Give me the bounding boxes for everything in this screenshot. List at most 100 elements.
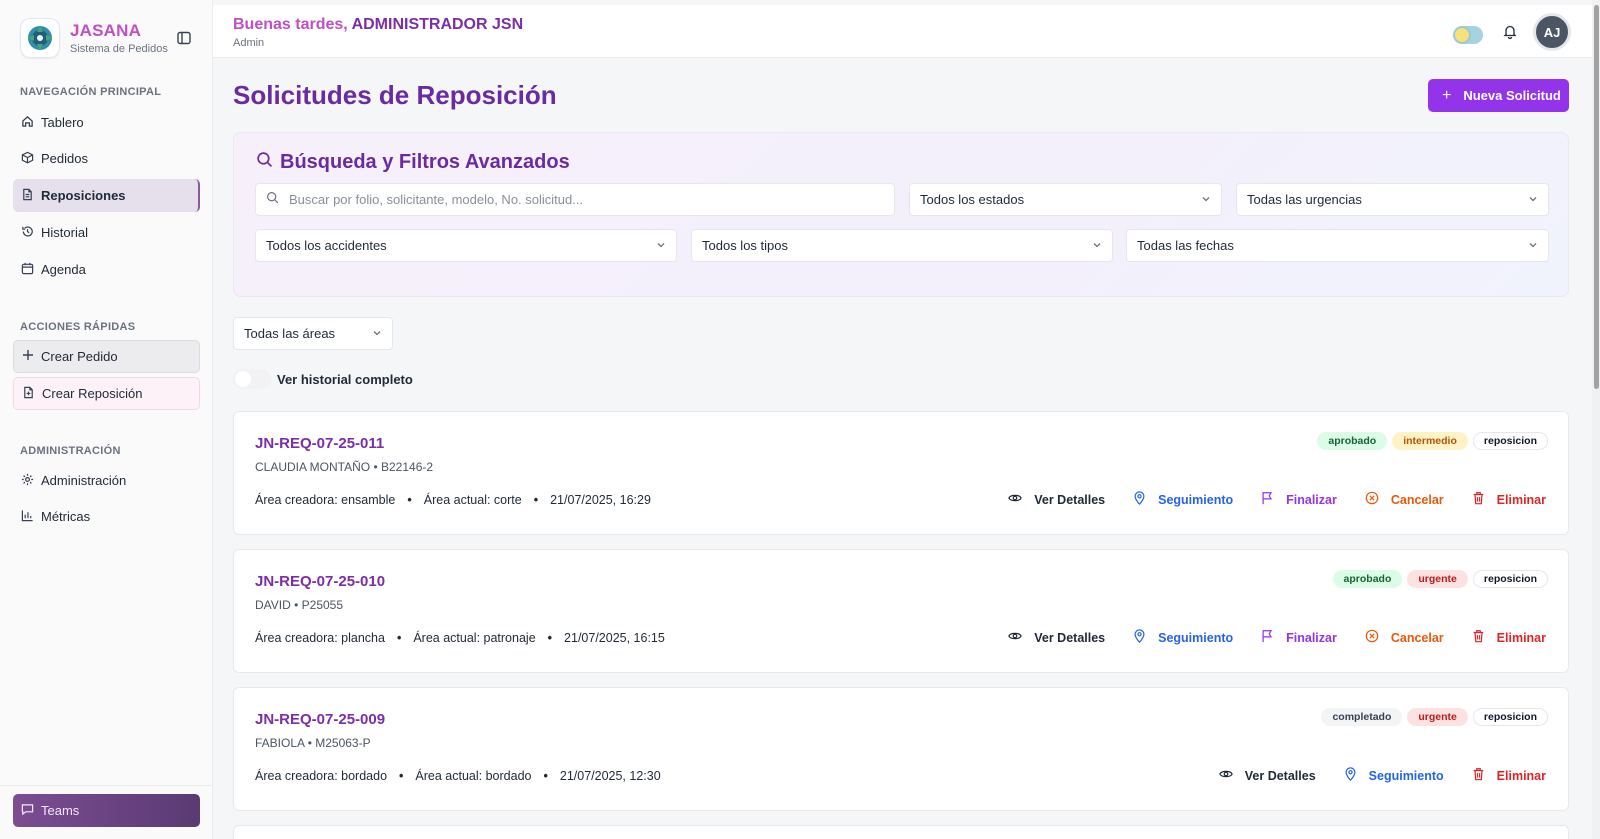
search-icon	[266, 191, 279, 209]
map-pin-icon	[1133, 629, 1158, 646]
tracking-label: Seguimiento	[1158, 492, 1234, 507]
map-pin-icon	[1344, 767, 1369, 784]
current-area: Área actual: corte	[423, 493, 522, 507]
history-toggle-label: Ver historial completo	[277, 371, 413, 387]
delete-label: Eliminar	[1496, 492, 1546, 507]
eye-icon	[1218, 767, 1245, 784]
sidebar-item-tablero[interactable]: Tablero	[13, 106, 200, 139]
chevron-down-icon	[1092, 238, 1102, 253]
flag-icon	[1261, 629, 1286, 646]
brand-name: JASANA	[70, 21, 142, 40]
greeting: Buenas tardes, ADMINISTRADOR JSN	[233, 16, 523, 34]
finish-button[interactable]: Finalizar	[1261, 491, 1337, 508]
status-select[interactable]: Todos los estados	[909, 183, 1222, 216]
accidents-select-value: Todos los accidentes	[266, 238, 387, 253]
status-select-value: Todos los estados	[920, 192, 1025, 207]
delete-button[interactable]: Eliminar	[1472, 767, 1546, 784]
view-details-button[interactable]: Ver Detalles	[1008, 491, 1105, 508]
view-details-button[interactable]: Ver Detalles	[1008, 629, 1105, 646]
sidebar-toggle-icon[interactable]	[175, 29, 193, 47]
calendar-icon	[21, 262, 41, 278]
accidents-select[interactable]: Todos los accidentes	[255, 229, 677, 262]
tracking-button[interactable]: Seguimiento	[1133, 629, 1233, 646]
cancel-button[interactable]: Cancelar	[1365, 491, 1444, 508]
urgency-badge: intermedio	[1392, 432, 1468, 450]
sidebar-item-reposiciones[interactable]: Reposiciones	[13, 179, 200, 212]
request-folio[interactable]: JN-REQ-07-25-009	[255, 711, 385, 728]
tracking-button[interactable]: Seguimiento	[1133, 491, 1233, 508]
urgency-badge: urgente	[1407, 708, 1468, 726]
status-badge: aprobado	[1332, 570, 1403, 588]
area-select[interactable]: Todas las áreas	[233, 317, 393, 350]
sidebar-item-administracion[interactable]: Administración	[13, 464, 200, 497]
creator-area: Área creadora: plancha	[255, 631, 385, 645]
scrollbar-thumb[interactable]	[1594, 5, 1599, 389]
request-card: JN-REQ-07-25-009 FABIOLA • M25063-P Área…	[233, 687, 1569, 811]
sidebar-item-historial[interactable]: Historial	[13, 216, 200, 249]
top-header: Buenas tardes, ADMINISTRADOR JSN Admin A…	[213, 5, 1600, 58]
history-switch[interactable]	[233, 369, 271, 389]
request-meta: Área creadora: plancha • Área actual: pat…	[255, 631, 665, 645]
chevron-down-icon	[372, 326, 382, 341]
dates-select-value: Todas las fechas	[1137, 238, 1234, 253]
teams-button[interactable]: Teams	[13, 794, 200, 827]
types-select[interactable]: Todos los tipos	[691, 229, 1113, 262]
bar-chart-icon	[21, 509, 41, 525]
search-icon	[256, 151, 280, 174]
request-folio[interactable]: JN-REQ-07-25-010	[255, 573, 385, 590]
sidebar-item-label: Historial	[41, 225, 88, 240]
request-actions: Ver Detalles Seguimiento Finalizar Cance…	[980, 491, 1546, 508]
sidebar-item-pedidos[interactable]: Pedidos	[13, 142, 200, 175]
create-order-button[interactable]: Crear Pedido	[13, 340, 200, 373]
sidebar-item-agenda[interactable]: Agenda	[13, 253, 200, 286]
request-folio[interactable]: JN-REQ-07-25-011	[255, 435, 384, 452]
finish-label: Finalizar	[1286, 492, 1337, 507]
tracking-label: Seguimiento	[1368, 768, 1444, 783]
user-name: ADMINISTRADOR JSN	[351, 16, 524, 33]
request-requester: CLAUDIA MONTAÑO • B22146-2	[255, 460, 434, 474]
current-area: Área actual: patronaje	[413, 631, 536, 645]
brand: JASANA Sistema de Pedidos	[20, 18, 168, 58]
new-request-button[interactable]: + Nueva Solicitud	[1428, 79, 1569, 112]
badges: aprobado intermedio reposicion	[1317, 432, 1548, 450]
sidebar-item-metricas[interactable]: Métricas	[13, 500, 200, 533]
avatar[interactable]: AJ	[1533, 13, 1571, 51]
request-meta: Área creadora: bordado • Área actual: bor…	[255, 769, 661, 783]
new-request-label: Nueva Solicitud	[1463, 88, 1561, 103]
bell-icon[interactable]	[1503, 24, 1517, 44]
home-icon	[21, 115, 41, 131]
request-actions: Ver Detalles Seguimiento Eliminar	[1191, 767, 1546, 784]
view-details-button[interactable]: Ver Detalles	[1218, 767, 1316, 784]
history-toggle[interactable]: Ver historial completo	[233, 369, 413, 389]
finish-button[interactable]: Finalizar	[1261, 629, 1337, 646]
delete-button[interactable]: Eliminar	[1472, 629, 1546, 646]
tracking-label: Seguimiento	[1158, 630, 1234, 645]
theme-toggle[interactable]	[1453, 26, 1483, 44]
tracking-button[interactable]: Seguimiento	[1344, 767, 1444, 784]
request-datetime: 21/07/2025, 16:29	[550, 493, 651, 507]
search-input[interactable]	[289, 192, 869, 207]
chevron-down-icon	[1201, 192, 1211, 207]
search-box[interactable]	[255, 183, 895, 216]
delete-button[interactable]: Eliminar	[1472, 491, 1546, 508]
create-reposition-button[interactable]: Crear Reposición	[13, 377, 200, 410]
flag-icon	[1261, 491, 1286, 508]
chevron-down-icon	[656, 238, 666, 253]
creator-area: Área creadora: ensamble	[255, 493, 396, 507]
cancel-label: Cancelar	[1390, 630, 1444, 645]
delete-label: Eliminar	[1496, 768, 1546, 783]
urgency-select[interactable]: Todas las urgencias	[1236, 183, 1549, 216]
package-icon	[21, 151, 41, 167]
badges: completado urgente reposicion	[1321, 708, 1548, 726]
history-icon	[21, 225, 41, 241]
filters-panel: Búsqueda y Filtros Avanzados Todos los e…	[233, 132, 1569, 297]
cancel-button[interactable]: Cancelar	[1365, 629, 1444, 646]
dates-select[interactable]: Todas las fechas	[1126, 229, 1549, 262]
page-title: Solicitudes de Reposición	[233, 80, 557, 110]
finish-label: Finalizar	[1286, 630, 1337, 645]
trash-icon	[1472, 767, 1497, 784]
gear-icon	[21, 473, 41, 489]
type-badge: reposicion	[1472, 570, 1548, 588]
request-actions: Ver Detalles Seguimiento Finalizar Cance…	[980, 629, 1546, 646]
sidebar-item-label: Agenda	[41, 262, 86, 277]
